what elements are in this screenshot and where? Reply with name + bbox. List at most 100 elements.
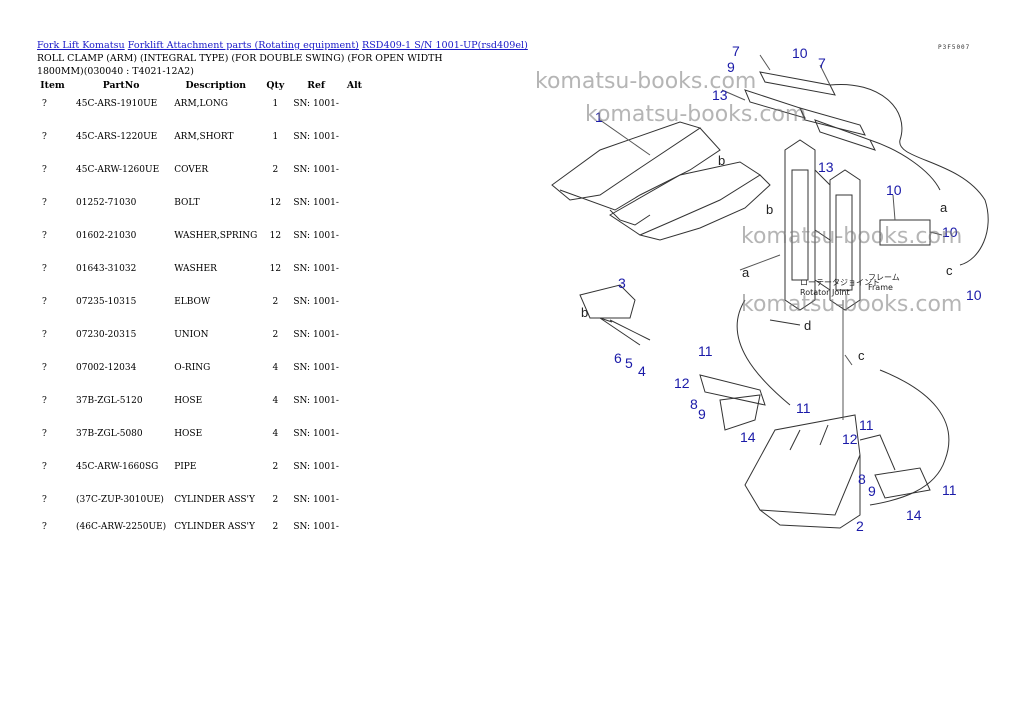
ref-cell: SN: 1001-	[293, 264, 339, 274]
header-qty: Qty	[266, 80, 285, 91]
alt-cell	[343, 422, 366, 455]
qty-cell: 2	[272, 462, 279, 472]
callout-11b: 11	[796, 400, 811, 416]
svg-text:b: b	[766, 202, 773, 217]
description-cell: CYLINDER ASS'Y	[174, 495, 255, 505]
item-cell: ?	[42, 462, 47, 472]
table-row: ? 07235-10315 ELBOW 2 SN: 1001-	[33, 290, 366, 323]
partno-cell: 01643-31032	[76, 264, 137, 274]
alt-cell	[343, 356, 366, 389]
arm-long-shape	[551, 121, 702, 201]
watermark: komatsu-books.com	[535, 69, 757, 94]
callout-7b: 7	[818, 55, 826, 71]
ref-cell: SN: 1001-	[293, 495, 339, 505]
item-cell: ?	[42, 522, 47, 532]
table-row: ? 45C-ARW-1660SG PIPE 2 SN: 1001-	[33, 455, 366, 488]
svg-text:a: a	[742, 265, 750, 280]
table-row: ? 07002-12034 O-RING 4 SN: 1001-	[33, 356, 366, 389]
ref-cell: SN: 1001-	[293, 396, 339, 406]
partno-cell: 45C-ARW-1260UE	[76, 165, 160, 175]
watermark: komatsu-books.com	[585, 102, 807, 127]
table-row: ? 45C-ARW-1260UE COVER 2 SN: 1001-	[33, 158, 366, 191]
description-cell: UNION	[174, 330, 209, 340]
breadcrumb-link-fork-lift[interactable]: Fork Lift Komatsu	[37, 40, 125, 51]
arm-lower-shape	[744, 414, 861, 516]
callout-4: 4	[638, 363, 646, 379]
item-cell: ?	[42, 429, 47, 439]
table-row: ? 45C-ARS-1910UE ARM,LONG 1 SN: 1001-	[33, 92, 366, 125]
partno-cell: 45C-ARW-1660SG	[76, 462, 159, 472]
callout-12b: 12	[842, 431, 858, 447]
callout-9c: 9	[868, 483, 876, 499]
qty-cell: 1	[272, 99, 279, 109]
partno-cell: 45C-ARS-1220UE	[76, 132, 158, 142]
table-row: ? 37B-ZGL-5080 HOSE 4 SN: 1001-	[33, 422, 366, 455]
callout-11a: 11	[698, 343, 713, 359]
qty-cell: 2	[272, 165, 279, 175]
breadcrumb: Fork Lift Komatsu Forklift Attachment pa…	[37, 40, 528, 52]
breadcrumb-link-model[interactable]: RSD409-1 S/N 1001-UP(rsd409el)	[362, 40, 528, 51]
description-cell: O-RING	[174, 363, 211, 373]
partno-cell: 07235-10315	[76, 297, 137, 307]
alt-cell	[343, 455, 366, 488]
table-row: ? 01252-71030 BOLT 12 SN: 1001-	[33, 191, 366, 224]
description-cell: ARM,SHORT	[174, 132, 234, 142]
item-cell: ?	[42, 165, 47, 175]
watermark: komatsu-books.com	[741, 224, 963, 249]
callout-11c: 11	[859, 417, 874, 433]
svg-text:c: c	[858, 348, 865, 363]
description-cell: ARM,LONG	[174, 99, 228, 109]
callout-14a: 14	[740, 429, 756, 445]
svg-text:b: b	[581, 305, 588, 320]
partno-cell: 01252-71030	[76, 198, 137, 208]
description-cell: HOSE	[174, 429, 203, 439]
item-cell: ?	[42, 396, 47, 406]
alt-cell	[343, 257, 366, 290]
header-description: Description	[185, 80, 247, 91]
ref-cell: SN: 1001-	[293, 363, 339, 373]
qty-cell: 2	[272, 522, 279, 532]
drawing-code: P3F5007	[938, 44, 971, 51]
callout-9b: 9	[698, 406, 706, 422]
partno-cell: 37B-ZGL-5120	[76, 396, 143, 406]
alt-cell	[343, 158, 366, 191]
alt-cell	[343, 92, 366, 125]
table-row: ? 07230-20315 UNION 2 SN: 1001-	[33, 323, 366, 356]
partno-cell: (46C-ARW-2250UE)	[76, 522, 167, 532]
partno-cell: 07002-12034	[76, 363, 137, 373]
callout-7a: 7	[732, 43, 740, 59]
cover-shape	[579, 284, 636, 319]
joint-label-jp: ローテータジョイント	[800, 278, 880, 287]
watermark: komatsu-books.com	[741, 292, 963, 317]
callout-14b: 14	[906, 507, 922, 523]
qty-cell: 2	[272, 495, 279, 505]
partno-cell: 45C-ARS-1910UE	[76, 99, 158, 109]
callout-2: 2	[856, 518, 864, 534]
item-cell: ?	[42, 231, 47, 241]
alt-cell	[343, 488, 366, 521]
item-cell: ?	[42, 495, 47, 505]
description-cell: ELBOW	[174, 297, 211, 307]
qty-cell: 12	[269, 198, 282, 208]
description-cell: COVER	[174, 165, 209, 175]
header-item: Item	[40, 80, 65, 91]
partno-cell: 01602-21030	[76, 231, 137, 241]
ref-cell: SN: 1001-	[293, 132, 339, 142]
alt-cell	[343, 323, 366, 356]
callout-13b: 13	[818, 159, 834, 175]
alt-cell	[343, 521, 366, 542]
description-cell: HOSE	[174, 396, 203, 406]
ref-cell: SN: 1001-	[293, 165, 339, 175]
ref-cell: SN: 1001-	[293, 522, 339, 532]
table-row: ? (46C-ARW-2250UE) CYLINDER ASS'Y 2 SN: 1001…	[33, 521, 366, 542]
callout-10a: 10	[792, 45, 808, 61]
qty-cell: 4	[272, 396, 279, 406]
description-cell: WASHER	[174, 264, 217, 274]
description-cell: WASHER,SPRING	[174, 231, 258, 241]
callout-11d: 11	[942, 482, 957, 498]
ref-cell: SN: 1001-	[293, 462, 339, 472]
table-row: ? 37B-ZGL-5120 HOSE 4 SN: 1001-	[33, 389, 366, 422]
table-header-row: Item PartNo Description Qty Ref Alt	[33, 79, 366, 92]
breadcrumb-link-attachment-parts[interactable]: Forklift Attachment parts (Rotating equi…	[128, 40, 359, 51]
qty-cell: 4	[272, 363, 279, 373]
